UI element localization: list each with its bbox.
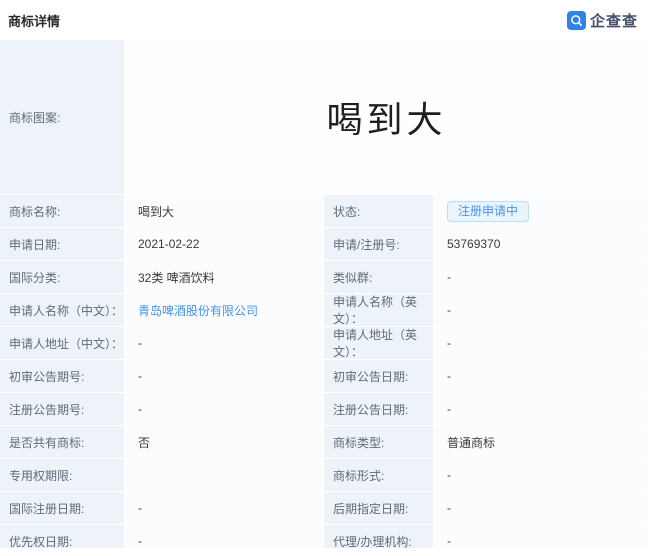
- similar-group-value: -: [434, 261, 648, 294]
- brand-name: 企查查: [589, 12, 638, 30]
- field-label: 注册公告期号:: [0, 393, 125, 426]
- table-row: 商标名称: 喝到大 状态: 注册申请中: [0, 195, 648, 228]
- application-date-value: 2021-02-22: [125, 228, 324, 261]
- preliminary-gazette-date-value: -: [434, 360, 648, 393]
- field-label: 国际分类:: [0, 261, 125, 294]
- field-label: 申请人名称（中文）：: [0, 294, 125, 327]
- trademark-name-value: 喝到大: [125, 195, 324, 228]
- field-label: 申请日期:: [0, 228, 125, 261]
- trademark-detail-table: 商标图案: 喝到大 商标名称: 喝到大 状态: 注册申请中 申请日期: 2021…: [0, 40, 648, 548]
- trademark-image-text: 喝到大: [326, 100, 447, 141]
- exclusive-right-period-value: [125, 459, 324, 492]
- intl-class-value: 32类 啤酒饮料: [125, 261, 324, 294]
- table-row: 初审公告期号: - 初审公告日期: -: [0, 360, 648, 393]
- table-row: 国际注册日期: - 后期指定日期: -: [0, 492, 648, 525]
- field-label: 商标形式:: [324, 459, 434, 492]
- field-label: 是否共有商标:: [0, 426, 125, 459]
- top-bar: 商标详情 企查查: [0, 0, 648, 40]
- trademark-type-value: 普通商标: [434, 426, 648, 459]
- intl-registration-date-value: -: [125, 492, 324, 525]
- field-label: 状态:: [324, 195, 434, 228]
- trademark-form-value: -: [434, 459, 648, 492]
- field-label: 代理/办理机构:: [324, 525, 434, 548]
- status-cell: 注册申请中: [434, 195, 648, 228]
- preliminary-gazette-no-value: -: [125, 360, 324, 393]
- table-row: 优先权日期: - 代理/办理机构: -: [0, 525, 648, 548]
- table-row: 专用权期限: 商标形式: -: [0, 459, 648, 492]
- field-label: 申请人名称（英文）：: [324, 294, 434, 327]
- table-row: 是否共有商标: 否 商标类型: 普通商标: [0, 426, 648, 459]
- field-label: 初审公告期号:: [0, 360, 125, 393]
- field-label: 专用权期限:: [0, 459, 125, 492]
- table-row: 国际分类: 32类 啤酒饮料 类似群: -: [0, 261, 648, 294]
- field-label: 初审公告日期:: [324, 360, 434, 393]
- field-label: 优先权日期:: [0, 525, 125, 548]
- field-label: 后期指定日期:: [324, 492, 434, 525]
- agent-value: -: [434, 525, 648, 548]
- table-row: 注册公告期号: - 注册公告日期: -: [0, 393, 648, 426]
- field-label: 注册公告日期:: [324, 393, 434, 426]
- shared-trademark-value: 否: [125, 426, 324, 459]
- later-designation-date-value: -: [434, 492, 648, 525]
- applicant-name-link[interactable]: 青岛啤酒股份有限公司: [138, 302, 258, 319]
- field-label: 商标名称:: [0, 195, 125, 228]
- table-row: 申请日期: 2021-02-22 申请/注册号: 53769370: [0, 228, 648, 261]
- table-row: 申请人名称（中文）： 青岛啤酒股份有限公司 申请人名称（英文）： -: [0, 294, 648, 327]
- status-badge[interactable]: 注册申请中: [447, 200, 530, 222]
- registration-number-value: 53769370: [434, 228, 648, 261]
- registration-gazette-date-value: -: [434, 393, 648, 426]
- applicant-name-cell: 青岛啤酒股份有限公司: [125, 294, 324, 327]
- field-label: 国际注册日期:: [0, 492, 125, 525]
- applicant-name-en-value: -: [434, 294, 648, 327]
- table-row: 申请人地址（中文）： - 申请人地址（英文）： -: [0, 327, 648, 360]
- priority-date-value: -: [125, 525, 324, 548]
- field-label: 申请/注册号:: [324, 228, 434, 261]
- page-title: 商标详情: [8, 13, 61, 29]
- field-label: 商标类型:: [324, 426, 434, 459]
- registration-gazette-no-value: -: [125, 393, 324, 426]
- brand-logo[interactable]: 企查查: [566, 10, 638, 31]
- field-label: 类似群:: [324, 261, 434, 294]
- trademark-image-row: 商标图案: 喝到大: [0, 40, 648, 195]
- trademark-image: 喝到大: [125, 40, 648, 195]
- qichacha-logo-icon: [566, 10, 586, 30]
- applicant-address-en-value: -: [434, 327, 648, 360]
- field-label: 申请人地址（英文）：: [324, 327, 434, 360]
- applicant-address-value: -: [125, 327, 324, 360]
- trademark-image-label: 商标图案:: [0, 40, 125, 195]
- field-label: 申请人地址（中文）：: [0, 327, 125, 360]
